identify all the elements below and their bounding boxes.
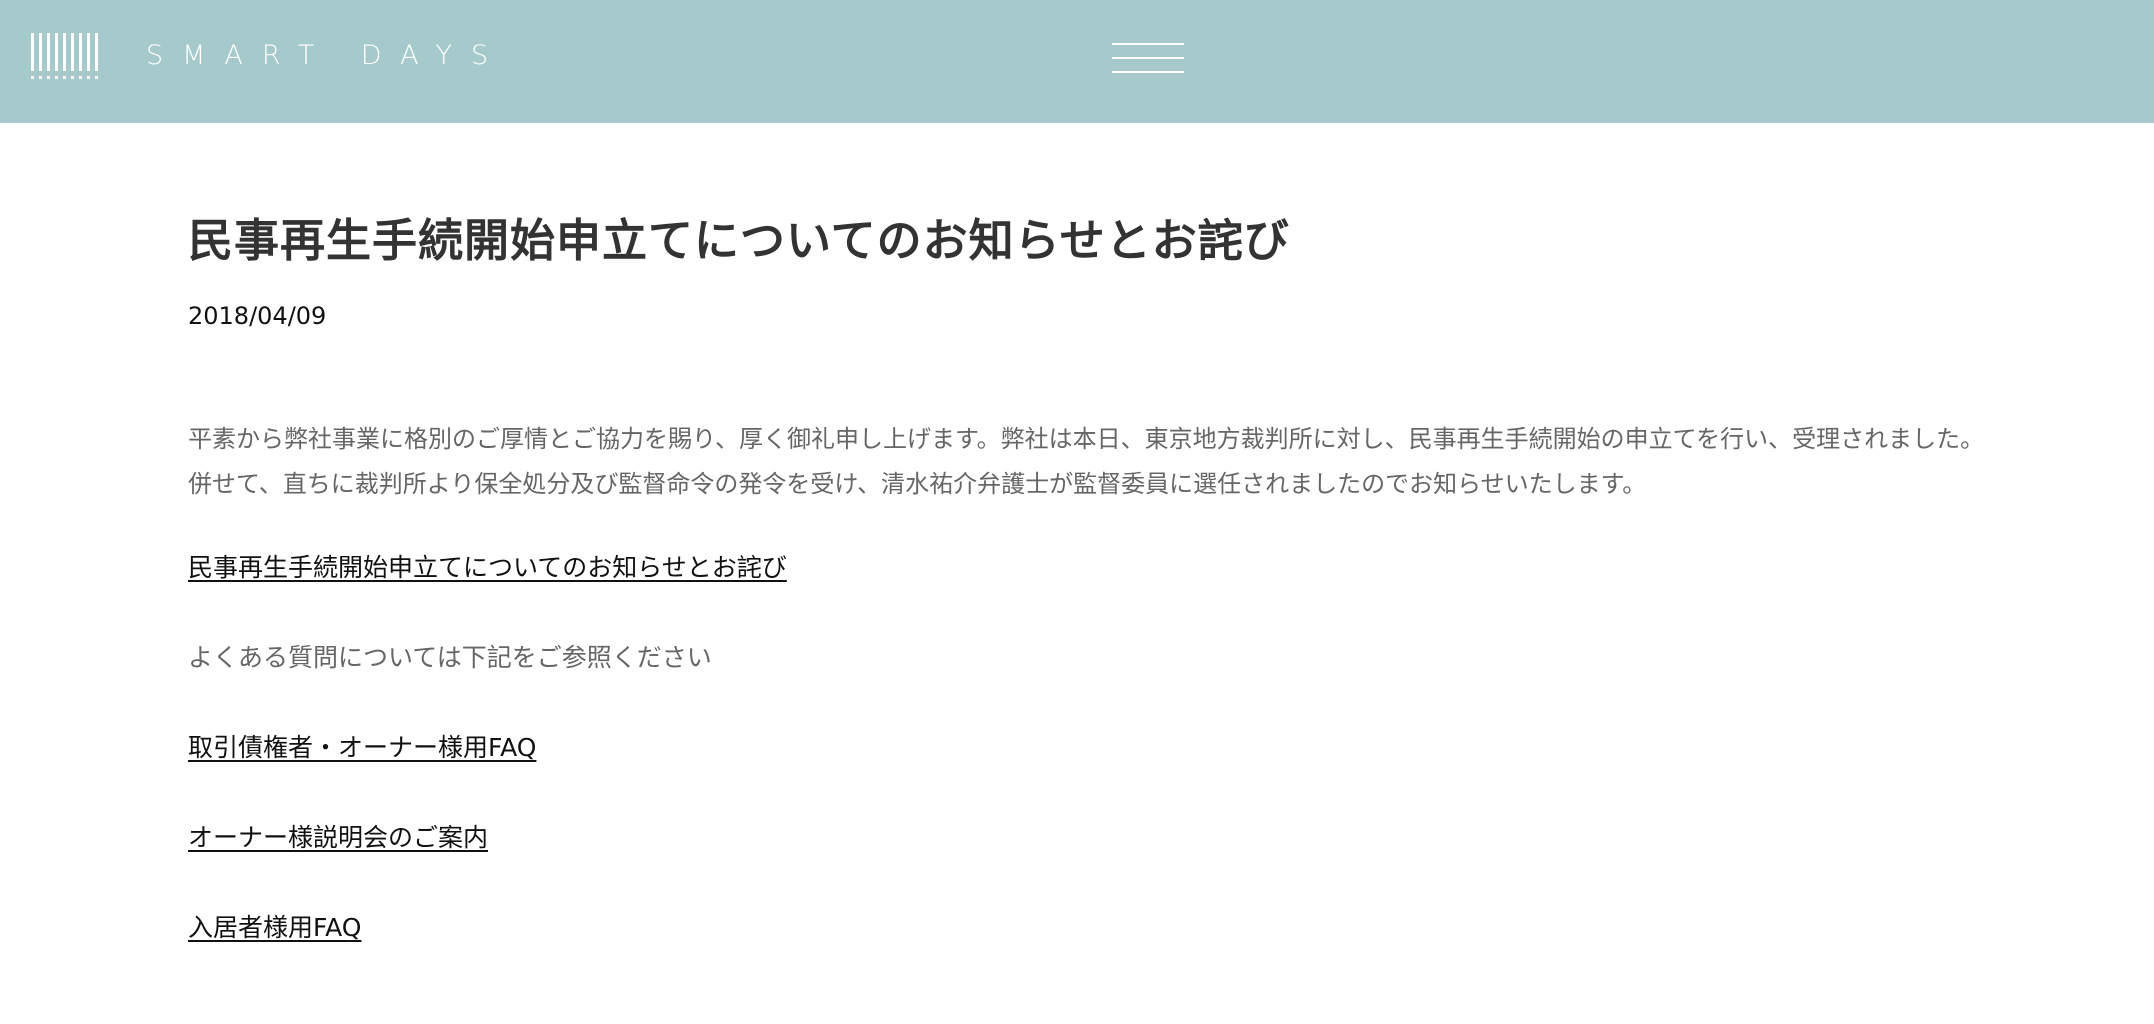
hamburger-menu-icon[interactable]	[1112, 41, 1184, 77]
brand-name[interactable]: SMART DAYS	[146, 34, 507, 78]
owner-briefing-link[interactable]: オーナー様説明会のご案内	[188, 821, 488, 855]
faq-note: よくある質問については下記をご参照ください	[188, 643, 712, 672]
barcode-stripes-icon[interactable]	[31, 33, 99, 81]
site-header: SMART DAYS	[0, 0, 2154, 123]
faq-link-residents[interactable]: 入居者様用FAQ	[188, 911, 361, 945]
paragraph-line: 併せて、直ちに裁判所より保全処分及び監督命令の発令を受け、清水祐介弁護士が監督委…	[188, 470, 1647, 498]
article-date: 2018/04/09	[188, 302, 327, 330]
page-title: 民事再生手続開始申立てについてのお知らせとお詫び	[188, 214, 1290, 267]
notice-link[interactable]: 民事再生手続開始申立てについてのお知らせとお詫び	[188, 551, 787, 585]
paragraph-line: 平素から弊社事業に格別のご厚情とご協力を賜り、厚く御礼申し上げます。弊社は本日、…	[188, 425, 1985, 453]
article-paragraph: 平素から弊社事業に格別のご厚情とご協力を賜り、厚く御礼申し上げます。弊社は本日、…	[188, 417, 2128, 507]
faq-link-creditors-owners[interactable]: 取引債権者・オーナー様用FAQ	[188, 731, 536, 765]
